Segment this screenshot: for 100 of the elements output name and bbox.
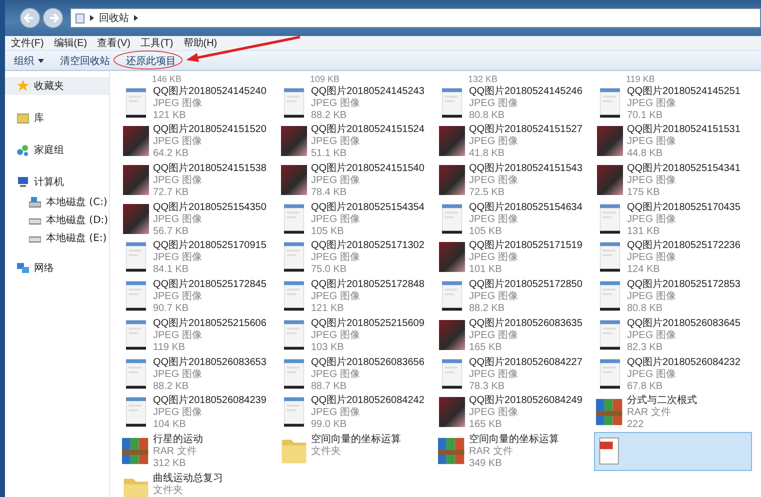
file-size: 165 KB xyxy=(469,419,503,432)
file-item[interactable]: QQ图片20180525215609 JPEG 图像 103 KB xyxy=(278,316,436,354)
photo-placeholder xyxy=(439,242,465,272)
sidebar-item[interactable]: 收藏夹 xyxy=(5,77,109,95)
sidebar-item[interactable]: 本地磁盘 (C:) xyxy=(5,193,109,211)
sidebar-item[interactable]: 计算机 xyxy=(5,173,109,191)
file-name: QQ图片20180525172853 xyxy=(627,279,740,291)
file-item[interactable]: QQ图片20180526084249 JPEG 图像 165 KB xyxy=(436,393,594,432)
phone-screenshot-thumbnail xyxy=(284,397,304,428)
menu-item[interactable]: 工具(T) xyxy=(140,36,174,50)
file-item[interactable]: QQ图片20180526083645 JPEG 图像 82.3 KB xyxy=(594,316,752,354)
file-size: 75.0 KB xyxy=(311,264,348,276)
phone-screenshot-thumbnail xyxy=(442,88,462,118)
file-item[interactable]: QQ图片20180524151538 JPEG 图像 72.7 KB xyxy=(120,161,278,200)
file-item[interactable]: 分式与二次根式 RAR 文件 222 xyxy=(594,393,752,432)
file-item[interactable]: QQ图片20180524151531 JPEG 图像 44.8 KB xyxy=(594,122,752,162)
breadcrumb[interactable]: 回收站 xyxy=(99,11,129,25)
file-item[interactable]: QQ图片20180524151524 JPEG 图像 51.1 KB xyxy=(278,122,436,162)
file-size: 44.8 KB xyxy=(627,148,664,160)
chevron-right-icon xyxy=(90,15,94,21)
file-name: QQ图片20180526084249 xyxy=(469,395,582,407)
toolbar-button[interactable]: 还原此项目 xyxy=(121,52,181,68)
phone-screenshot-thumbnail xyxy=(126,320,146,350)
file-item[interactable]: QQ图片20180525172848 JPEG 图像 121 KB xyxy=(278,277,436,316)
file-item[interactable]: QQ图片20180524151527 JPEG 图像 41.8 KB xyxy=(436,122,594,162)
file-item[interactable]: QQ图片20180526084239 JPEG 图像 104 KB xyxy=(120,393,278,432)
file-item[interactable]: QQ图片20180524151543 JPEG 图像 72.5 KB xyxy=(436,161,594,200)
file-item[interactable]: QQ图片20180526083635 JPEG 图像 165 KB xyxy=(436,316,594,354)
toolbar-button[interactable]: 清空回收站 xyxy=(55,52,115,68)
file-size: 51.1 KB xyxy=(311,148,348,160)
file-size: 312 KB xyxy=(153,458,187,470)
address-bar[interactable]: 回收站 xyxy=(70,8,761,28)
file-item[interactable]: QQ图片20180524145240 JPEG 图像 121 KB xyxy=(120,84,278,122)
sidebar-label: 计算机 xyxy=(34,176,64,189)
sidebar-item[interactable]: 库 xyxy=(5,109,109,127)
file-item[interactable]: 空间向量的坐标运算 文件夹 xyxy=(278,432,436,471)
file-item[interactable]: QQ图片20180526084232 JPEG 图像 67.8 KB xyxy=(594,354,752,394)
file-item[interactable]: QQ图片20180524145251 JPEG 图像 70.1 KB xyxy=(594,84,752,122)
file-item[interactable]: QQ图片20180525215606 JPEG 图像 119 KB xyxy=(120,316,278,354)
file-item[interactable]: QQ图片20180525170915 JPEG 图像 84.1 KB xyxy=(120,238,278,278)
file-size: 70.1 KB xyxy=(627,110,664,122)
file-item[interactable]: QQ图片20180524151520 JPEG 图像 64.2 KB xyxy=(120,122,278,162)
menu-item[interactable]: 编辑(E) xyxy=(54,36,88,50)
sidebar-label: 家庭组 xyxy=(34,144,64,157)
sidebar-item[interactable]: 家庭组 xyxy=(5,141,109,159)
file-item[interactable]: QQ图片20180524145243 JPEG 图像 88.2 KB xyxy=(278,84,436,122)
file-item[interactable]: 曲线运动总复习 文件夹 xyxy=(120,470,278,497)
file-type: JPEG 图像 xyxy=(153,407,203,420)
file-item[interactable]: QQ图片20180524145246 JPEG 图像 80.8 KB xyxy=(436,84,594,122)
sidebar-item[interactable]: 网络 xyxy=(5,259,109,277)
file-size: 78.4 KB xyxy=(311,187,348,200)
sidebar-item[interactable]: 本地磁盘 (E:) xyxy=(5,229,109,247)
file-item[interactable]: 行星的运动 RAR 文件 312 KB xyxy=(120,432,278,471)
sidebar-label: 收藏夹 xyxy=(34,80,64,93)
file-item[interactable]: QQ图片20180525171302 JPEG 图像 75.0 KB xyxy=(278,238,436,278)
file-item[interactable]: QQ图片20180525172853 JPEG 图像 80.8 KB xyxy=(594,277,752,316)
sidebar-item[interactable]: 本地磁盘 (D:) xyxy=(5,211,109,229)
file-item[interactable]: QQ图片20180525172236 JPEG 图像 124 KB xyxy=(594,238,752,278)
file-name: QQ图片20180525172848 xyxy=(311,279,424,291)
file-name: QQ图片20180525172850 xyxy=(469,279,582,291)
forward-button[interactable] xyxy=(42,7,64,29)
file-name: QQ图片20180524151527 xyxy=(469,124,582,136)
file-item[interactable]: QQ图片20180525154634 JPEG 图像 105 KB xyxy=(436,200,594,238)
file-item[interactable]: QQ图片20180526083656 JPEG 图像 88.7 KB xyxy=(278,354,436,394)
phone-screenshot-thumbnail xyxy=(126,358,146,388)
file-item[interactable]: QQ图片20180524151540 JPEG 图像 78.4 KB xyxy=(278,161,436,200)
file-size: 109 KB xyxy=(309,74,341,84)
file-item[interactable]: QQ图片20180525154350 JPEG 图像 56.7 KB xyxy=(120,200,278,238)
file-size: 105 KB xyxy=(469,226,503,238)
file-name: QQ图片20180526083635 xyxy=(469,318,582,330)
file-name: 分式与二次根式 xyxy=(627,395,697,406)
menu-item[interactable]: 文件(F) xyxy=(11,36,44,50)
file-item[interactable]: QQ图片20180526084242 JPEG 图像 99.0 KB xyxy=(278,393,436,432)
file-name: QQ图片20180524145246 xyxy=(469,86,582,98)
file-item[interactable]: QQ图片20180525154341 JPEG 图像 175 KB xyxy=(594,161,752,200)
file-item[interactable]: QQ图片20180525154354 JPEG 图像 105 KB xyxy=(278,200,436,238)
back-button[interactable] xyxy=(19,7,41,29)
file-name: QQ图片20180524151531 xyxy=(627,124,740,136)
file-type: RAR 文件 xyxy=(153,446,198,458)
file-type: JPEG 图像 xyxy=(311,252,361,264)
file-size: 84.1 KB xyxy=(153,264,190,276)
file-item[interactable]: QQ图片20180525171519 JPEG 图像 101 KB xyxy=(436,238,594,278)
sidebar-label: 库 xyxy=(34,112,44,125)
file-type: JPEG 图像 xyxy=(311,175,361,188)
chevron-right-icon xyxy=(134,15,138,21)
file-item[interactable]: QQ图片20180526083653 JPEG 图像 88.2 KB xyxy=(120,354,278,394)
file-item[interactable]: QQ图片20180525172850 JPEG 图像 88.2 KB xyxy=(436,277,594,316)
file-size: 131 KB xyxy=(627,226,661,238)
file-item[interactable]: 空间向量的坐标运算 RAR 文件 349 KB xyxy=(436,432,594,471)
file-item[interactable]: QQ图片20180526084227 JPEG 图像 78.3 KB xyxy=(436,354,594,394)
phone-screenshot-thumbnail xyxy=(284,242,304,272)
file-item[interactable]: QQ图片20180525172845 JPEG 图像 90.7 KB xyxy=(120,277,278,316)
phone-screenshot-thumbnail xyxy=(442,204,462,234)
menu-item[interactable]: 帮助(H) xyxy=(183,36,218,50)
file-type: JPEG 图像 xyxy=(153,291,203,304)
file-item[interactable] xyxy=(594,432,752,471)
menu-item[interactable]: 查看(V) xyxy=(97,36,130,50)
file-item[interactable]: QQ图片20180525170435 JPEG 图像 131 KB xyxy=(594,200,752,238)
toolbar-button[interactable]: 组织 xyxy=(9,52,49,68)
photo-placeholder xyxy=(281,165,307,196)
